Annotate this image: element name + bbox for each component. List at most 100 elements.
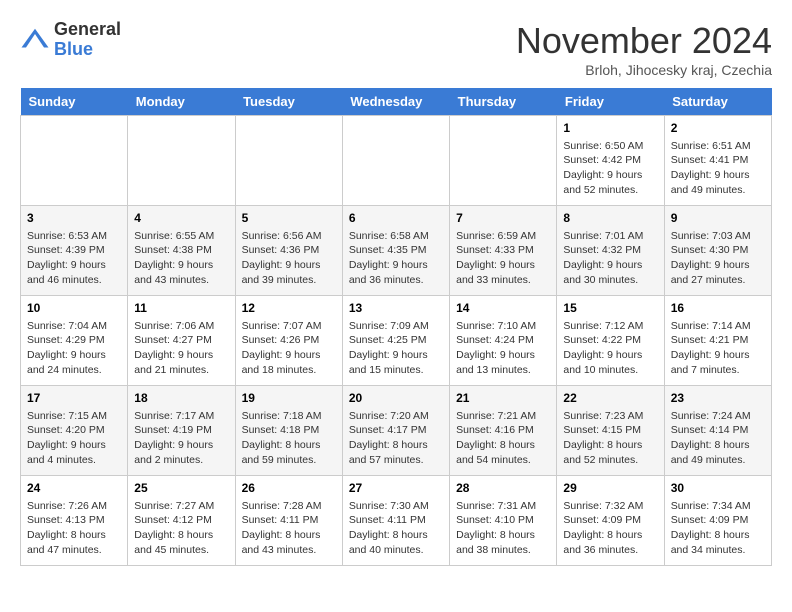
day-header-friday: Friday (557, 88, 664, 116)
day-info: Sunrise: 6:50 AM Sunset: 4:42 PM Dayligh… (563, 139, 657, 198)
day-header-thursday: Thursday (450, 88, 557, 116)
day-header-tuesday: Tuesday (235, 88, 342, 116)
day-info: Sunrise: 7:18 AM Sunset: 4:18 PM Dayligh… (242, 409, 336, 468)
day-info: Sunrise: 7:01 AM Sunset: 4:32 PM Dayligh… (563, 229, 657, 288)
day-info: Sunrise: 7:07 AM Sunset: 4:26 PM Dayligh… (242, 319, 336, 378)
day-number: 4 (134, 210, 228, 227)
day-number: 28 (456, 480, 550, 497)
logo-general: General (54, 20, 121, 40)
calendar-cell: 29 Sunrise: 7:32 AM Sunset: 4:09 PM Dayli… (557, 476, 664, 566)
day-number: 3 (27, 210, 121, 227)
logo: General Blue (20, 20, 121, 60)
day-number: 9 (671, 210, 765, 227)
day-number: 18 (134, 390, 228, 407)
day-info: Sunrise: 7:20 AM Sunset: 4:17 PM Dayligh… (349, 409, 443, 468)
calendar-cell: 8 Sunrise: 7:01 AM Sunset: 4:32 PM Daylig… (557, 206, 664, 296)
calendar-cell: 9 Sunrise: 7:03 AM Sunset: 4:30 PM Daylig… (664, 206, 771, 296)
day-info: Sunrise: 7:09 AM Sunset: 4:25 PM Dayligh… (349, 319, 443, 378)
calendar-cell: 13 Sunrise: 7:09 AM Sunset: 4:25 PM Dayli… (342, 296, 449, 386)
calendar-cell: 20 Sunrise: 7:20 AM Sunset: 4:17 PM Dayli… (342, 386, 449, 476)
day-number: 1 (563, 120, 657, 137)
calendar-cell: 3 Sunrise: 6:53 AM Sunset: 4:39 PM Daylig… (21, 206, 128, 296)
day-number: 13 (349, 300, 443, 317)
day-number: 24 (27, 480, 121, 497)
calendar-cell: 21 Sunrise: 7:21 AM Sunset: 4:16 PM Dayli… (450, 386, 557, 476)
calendar-cell (128, 116, 235, 206)
calendar-cell (235, 116, 342, 206)
day-info: Sunrise: 7:03 AM Sunset: 4:30 PM Dayligh… (671, 229, 765, 288)
day-header-sunday: Sunday (21, 88, 128, 116)
day-info: Sunrise: 7:04 AM Sunset: 4:29 PM Dayligh… (27, 319, 121, 378)
day-info: Sunrise: 6:51 AM Sunset: 4:41 PM Dayligh… (671, 139, 765, 198)
day-info: Sunrise: 6:59 AM Sunset: 4:33 PM Dayligh… (456, 229, 550, 288)
calendar-week-row: 24 Sunrise: 7:26 AM Sunset: 4:13 PM Dayli… (21, 476, 772, 566)
calendar-cell: 23Sunrise: 7:24 AM Sunset: 4:14 PM Dayli… (664, 386, 771, 476)
calendar-cell: 24 Sunrise: 7:26 AM Sunset: 4:13 PM Dayli… (21, 476, 128, 566)
day-info: Sunrise: 6:53 AM Sunset: 4:39 PM Dayligh… (27, 229, 121, 288)
day-info: Sunrise: 7:14 AM Sunset: 4:21 PM Dayligh… (671, 319, 765, 378)
day-number: 30 (671, 480, 765, 497)
day-number: 20 (349, 390, 443, 407)
calendar-cell: 22Sunrise: 7:23 AM Sunset: 4:15 PM Dayli… (557, 386, 664, 476)
calendar-cell: 5 Sunrise: 6:56 AM Sunset: 4:36 PM Daylig… (235, 206, 342, 296)
calendar-cell (21, 116, 128, 206)
day-number: 5 (242, 210, 336, 227)
calendar-cell (450, 116, 557, 206)
day-header-wednesday: Wednesday (342, 88, 449, 116)
day-info: Sunrise: 7:26 AM Sunset: 4:13 PM Dayligh… (27, 499, 121, 558)
day-info: Sunrise: 7:21 AM Sunset: 4:16 PM Dayligh… (456, 409, 550, 468)
calendar-cell: 28 Sunrise: 7:31 AM Sunset: 4:10 PM Dayli… (450, 476, 557, 566)
title-area: November 2024 Brloh, Jihocesky kraj, Cze… (516, 20, 772, 78)
calendar-cell (342, 116, 449, 206)
month-title: November 2024 (516, 20, 772, 62)
day-number: 7 (456, 210, 550, 227)
day-info: Sunrise: 7:32 AM Sunset: 4:09 PM Dayligh… (563, 499, 657, 558)
calendar-cell: 17Sunrise: 7:15 AM Sunset: 4:20 PM Dayli… (21, 386, 128, 476)
day-number: 10 (27, 300, 121, 317)
day-info: Sunrise: 6:56 AM Sunset: 4:36 PM Dayligh… (242, 229, 336, 288)
calendar-header-row: SundayMondayTuesdayWednesdayThursdayFrid… (21, 88, 772, 116)
day-info: Sunrise: 7:28 AM Sunset: 4:11 PM Dayligh… (242, 499, 336, 558)
calendar-cell: 10 Sunrise: 7:04 AM Sunset: 4:29 PM Dayli… (21, 296, 128, 386)
day-number: 6 (349, 210, 443, 227)
calendar-cell: 7 Sunrise: 6:59 AM Sunset: 4:33 PM Daylig… (450, 206, 557, 296)
calendar-cell: 27 Sunrise: 7:30 AM Sunset: 4:11 PM Dayli… (342, 476, 449, 566)
day-info: Sunrise: 7:31 AM Sunset: 4:10 PM Dayligh… (456, 499, 550, 558)
calendar-cell: 14Sunrise: 7:10 AM Sunset: 4:24 PM Dayli… (450, 296, 557, 386)
day-number: 2 (671, 120, 765, 137)
day-number: 8 (563, 210, 657, 227)
day-number: 12 (242, 300, 336, 317)
day-number: 22 (563, 390, 657, 407)
calendar-week-row: 10 Sunrise: 7:04 AM Sunset: 4:29 PM Dayli… (21, 296, 772, 386)
day-number: 27 (349, 480, 443, 497)
day-number: 19 (242, 390, 336, 407)
calendar-week-row: 3 Sunrise: 6:53 AM Sunset: 4:39 PM Daylig… (21, 206, 772, 296)
day-info: Sunrise: 6:58 AM Sunset: 4:35 PM Dayligh… (349, 229, 443, 288)
calendar-cell: 6 Sunrise: 6:58 AM Sunset: 4:35 PM Daylig… (342, 206, 449, 296)
logo-blue: Blue (54, 40, 121, 60)
calendar-cell: 12 Sunrise: 7:07 AM Sunset: 4:26 PM Dayli… (235, 296, 342, 386)
day-number: 11 (134, 300, 228, 317)
calendar-cell: 1 Sunrise: 6:50 AM Sunset: 4:42 PM Daylig… (557, 116, 664, 206)
day-number: 26 (242, 480, 336, 497)
calendar-cell: 4Sunrise: 6:55 AM Sunset: 4:38 PM Daylig… (128, 206, 235, 296)
day-number: 14 (456, 300, 550, 317)
calendar-cell: 25Sunrise: 7:27 AM Sunset: 4:12 PM Dayli… (128, 476, 235, 566)
day-header-monday: Monday (128, 88, 235, 116)
day-number: 21 (456, 390, 550, 407)
calendar-cell: 16Sunrise: 7:14 AM Sunset: 4:21 PM Dayli… (664, 296, 771, 386)
calendar-cell: 2 Sunrise: 6:51 AM Sunset: 4:41 PM Daylig… (664, 116, 771, 206)
day-info: Sunrise: 7:34 AM Sunset: 4:09 PM Dayligh… (671, 499, 765, 558)
subtitle: Brloh, Jihocesky kraj, Czechia (516, 62, 772, 78)
day-info: Sunrise: 7:30 AM Sunset: 4:11 PM Dayligh… (349, 499, 443, 558)
header: General Blue November 2024 Brloh, Jihoce… (20, 20, 772, 78)
calendar-week-row: 1 Sunrise: 6:50 AM Sunset: 4:42 PM Daylig… (21, 116, 772, 206)
logo-icon (20, 25, 50, 55)
calendar-cell: 19 Sunrise: 7:18 AM Sunset: 4:18 PM Dayli… (235, 386, 342, 476)
calendar-cell: 30 Sunrise: 7:34 AM Sunset: 4:09 PM Dayli… (664, 476, 771, 566)
day-number: 29 (563, 480, 657, 497)
day-number: 15 (563, 300, 657, 317)
calendar-week-row: 17Sunrise: 7:15 AM Sunset: 4:20 PM Dayli… (21, 386, 772, 476)
day-info: Sunrise: 7:15 AM Sunset: 4:20 PM Dayligh… (27, 409, 121, 468)
calendar-cell: 11Sunrise: 7:06 AM Sunset: 4:27 PM Dayli… (128, 296, 235, 386)
